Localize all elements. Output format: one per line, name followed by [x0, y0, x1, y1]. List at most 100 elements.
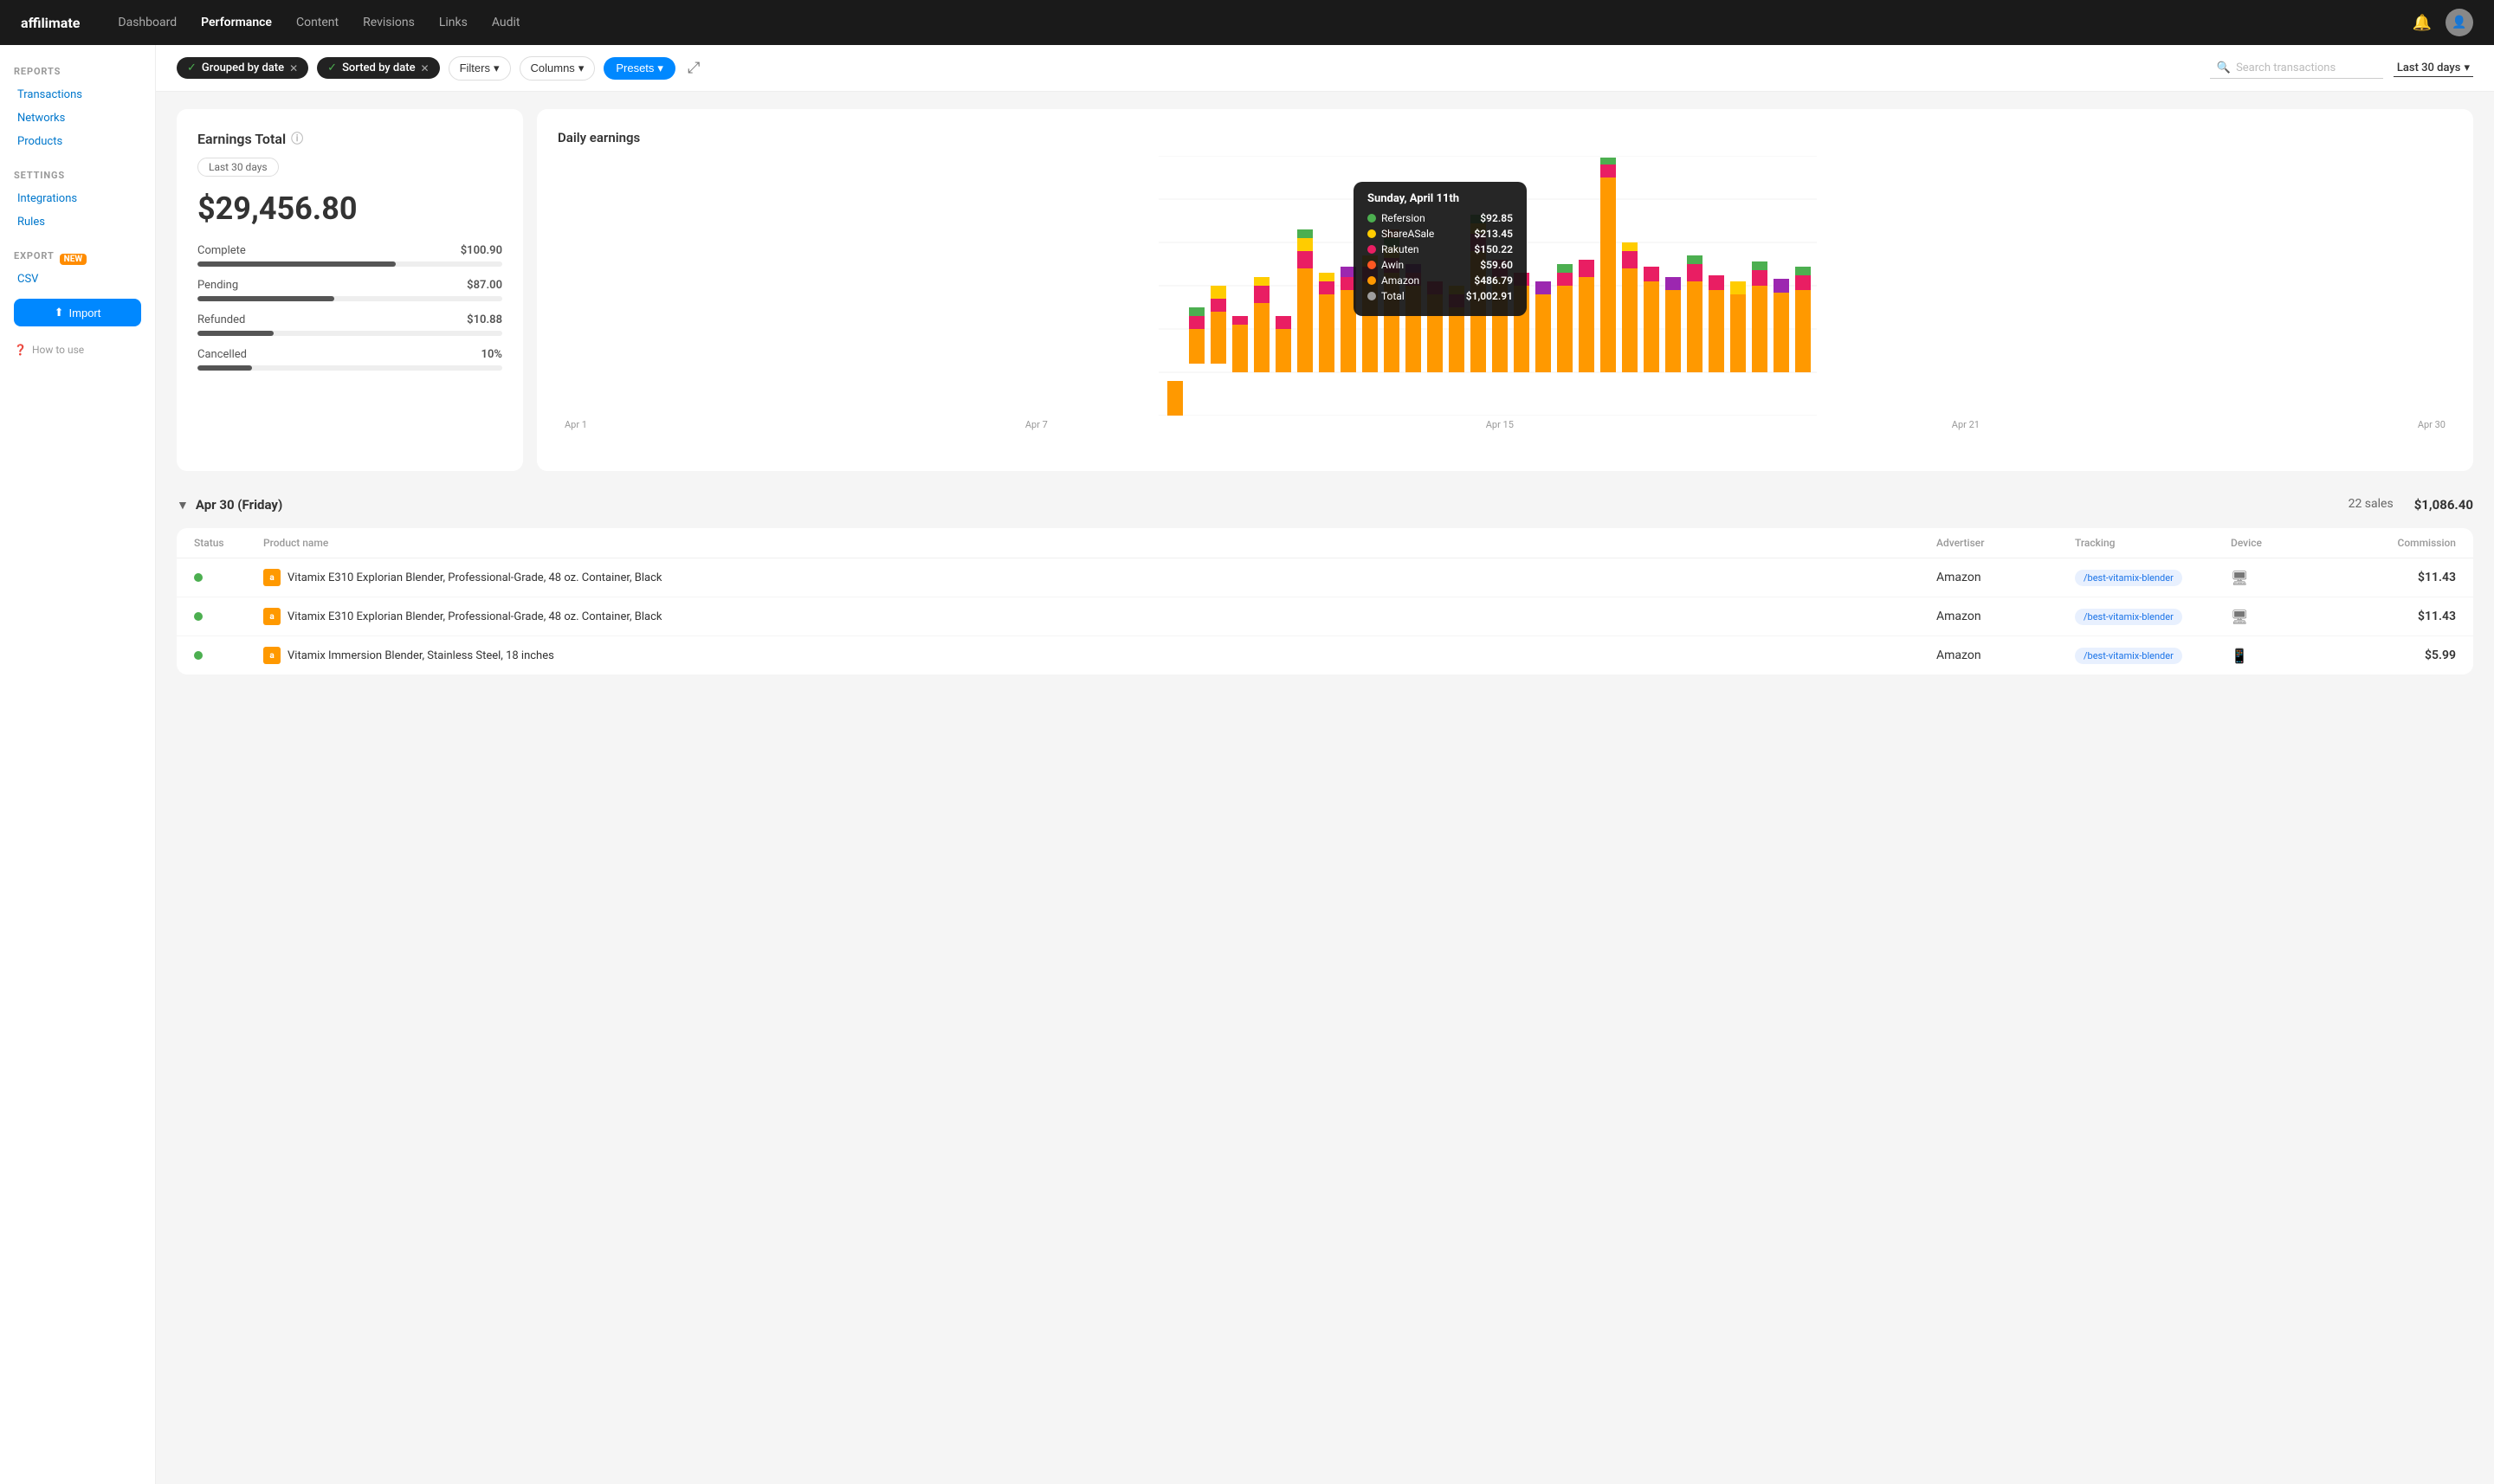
xlabel-apr7: Apr 7 [1025, 419, 1048, 430]
columns-button[interactable]: Columns ▾ [520, 56, 596, 81]
chart-area: Sunday, April 11th Refersion $92.85 Shar… [558, 156, 2452, 450]
logo: affilimate [21, 15, 80, 31]
notifications-icon[interactable]: 🔔 [2413, 14, 2432, 32]
stat-refunded: Refunded $10.88 [197, 313, 502, 336]
row-status [194, 651, 263, 660]
grouped-chip[interactable]: ✓ Grouped by date ✕ [177, 57, 308, 79]
stat-pending: Pending $87.00 [197, 279, 502, 301]
group-date: Apr 30 (Friday) [196, 497, 282, 513]
check-icon: ✓ [187, 61, 197, 74]
sorted-label: Sorted by date [342, 61, 415, 74]
row-commission: $11.43 [2335, 610, 2456, 623]
user-avatar[interactable]: 👤 [2446, 9, 2473, 36]
tooltip-total: Total $1,002.91 [1367, 290, 1513, 302]
sidebar-item-integrations[interactable]: Integrations [14, 188, 141, 210]
reports-label: REPORTS [14, 66, 141, 77]
tooltip-refersion: Refersion $92.85 [1367, 212, 1513, 224]
sorted-close-icon[interactable]: ✕ [421, 62, 430, 74]
col-tracking: Tracking [2075, 537, 2231, 549]
search-icon: 🔍 [2217, 61, 2231, 74]
tooltip-awin: Awin $59.60 [1367, 259, 1513, 271]
amazon-icon: a [263, 608, 281, 625]
page-content: Earnings Total ⓘ Last 30 days $29,456.80… [156, 92, 2494, 692]
desktop-icon: 🖥 [2231, 609, 2248, 625]
nav-revisions[interactable]: Revisions [363, 16, 415, 29]
group-stats: 22 sales $1,086.40 [2349, 497, 2473, 513]
group-sales: 22 sales [2349, 497, 2394, 513]
import-label: Import [69, 306, 101, 319]
chart-card: Daily earnings [537, 109, 2473, 471]
how-to-link[interactable]: ❓ How to use [14, 344, 141, 356]
product-name-text: Vitamix E310 Explorian Blender, Professi… [288, 610, 662, 623]
chevron-down-icon-3: ▾ [657, 61, 663, 75]
col-device: Device [2231, 537, 2335, 549]
xlabel-apr1: Apr 1 [565, 419, 587, 430]
col-status: Status [194, 537, 263, 549]
tracking-tag[interactable]: /best-vitamix-blender [2075, 648, 2182, 664]
nav-audit[interactable]: Audit [492, 16, 520, 29]
total-amount: $29,456.80 [197, 190, 502, 227]
expand-button[interactable]: ⤢ [684, 55, 703, 81]
check-icon-2: ✓ [327, 61, 337, 74]
sidebar: REPORTS Transactions Networks Products S… [0, 45, 156, 1484]
row-advertiser: Amazon [1936, 571, 2075, 584]
sorted-chip[interactable]: ✓ Sorted by date ✕ [317, 57, 439, 79]
import-button[interactable]: ⬆ Import [14, 299, 141, 326]
main-content: ✓ Grouped by date ✕ ✓ Sorted by date ✕ F… [156, 45, 2494, 1484]
table-row: a Vitamix Immersion Blender, Stainless S… [177, 636, 2473, 674]
chevron-down-icon: ▾ [494, 61, 500, 75]
row-tracking: /best-vitamix-blender [2075, 610, 2231, 623]
sidebar-item-networks[interactable]: Networks [14, 107, 141, 129]
row-tracking: /best-vitamix-blender [2075, 571, 2231, 584]
filters-button[interactable]: Filters ▾ [449, 56, 511, 81]
period-badge: Last 30 days [197, 158, 279, 177]
info-icon[interactable]: ⓘ [291, 130, 303, 147]
row-product: a Vitamix Immersion Blender, Stainless S… [263, 647, 1936, 664]
search-placeholder: Search transactions [2236, 61, 2336, 74]
presets-label: Presets [616, 61, 654, 74]
collapse-icon[interactable]: ▼ [177, 498, 189, 513]
date-range-selector[interactable]: Last 30 days ▾ [2394, 60, 2473, 77]
tracking-tag[interactable]: /best-vitamix-blender [2075, 609, 2182, 625]
sidebar-item-rules[interactable]: Rules [14, 211, 141, 233]
app-layout: REPORTS Transactions Networks Products S… [0, 45, 2494, 1484]
date-range-label: Last 30 days [2397, 61, 2461, 74]
row-product: a Vitamix E310 Explorian Blender, Profes… [263, 608, 1936, 625]
earnings-title: Earnings Total ⓘ [197, 130, 502, 147]
new-badge: NEW [60, 254, 87, 265]
stat-complete: Complete $100.90 [197, 244, 502, 267]
row-tracking: /best-vitamix-blender [2075, 648, 2231, 662]
stat-refunded-value: $10.88 [467, 313, 502, 326]
chart-title: Daily earnings [558, 130, 2452, 145]
nav-dashboard[interactable]: Dashboard [118, 16, 177, 29]
col-commission: Commission [2335, 537, 2456, 549]
presets-button[interactable]: Presets ▾ [604, 57, 675, 80]
amazon-icon: a [263, 647, 281, 664]
topnav-right: 🔔 👤 [2413, 9, 2473, 36]
question-icon: ❓ [14, 344, 27, 356]
grouped-close-icon[interactable]: ✕ [289, 62, 298, 74]
row-product: a Vitamix E310 Explorian Blender, Profes… [263, 569, 1936, 586]
nav-content[interactable]: Content [296, 16, 339, 29]
sidebar-item-transactions[interactable]: Transactions [14, 84, 141, 106]
export-header: EXPORT NEW [14, 250, 141, 268]
filters-label: Filters [460, 61, 490, 74]
row-status [194, 573, 263, 582]
stat-complete-label: Complete [197, 244, 246, 257]
sidebar-item-csv[interactable]: CSV [14, 268, 141, 290]
stat-cancelled: Cancelled 10% [197, 348, 502, 371]
row-status [194, 612, 263, 621]
tracking-tag[interactable]: /best-vitamix-blender [2075, 570, 2182, 586]
nav-links[interactable]: Links [439, 16, 468, 29]
columns-label: Columns [531, 61, 575, 74]
nav-performance[interactable]: Performance [201, 16, 272, 29]
search-box[interactable]: 🔍 Search transactions [2210, 58, 2383, 79]
toolbar-right: 🔍 Search transactions Last 30 days ▾ [2210, 58, 2473, 79]
stat-refunded-label: Refunded [197, 313, 245, 326]
xlabel-apr15: Apr 15 [1486, 419, 1514, 430]
group-total: $1,086.40 [2414, 497, 2473, 513]
export-label: EXPORT [14, 250, 55, 261]
how-to-label: How to use [32, 344, 84, 356]
sidebar-item-products[interactable]: Products [14, 131, 141, 152]
settings-label: SETTINGS [14, 170, 141, 181]
